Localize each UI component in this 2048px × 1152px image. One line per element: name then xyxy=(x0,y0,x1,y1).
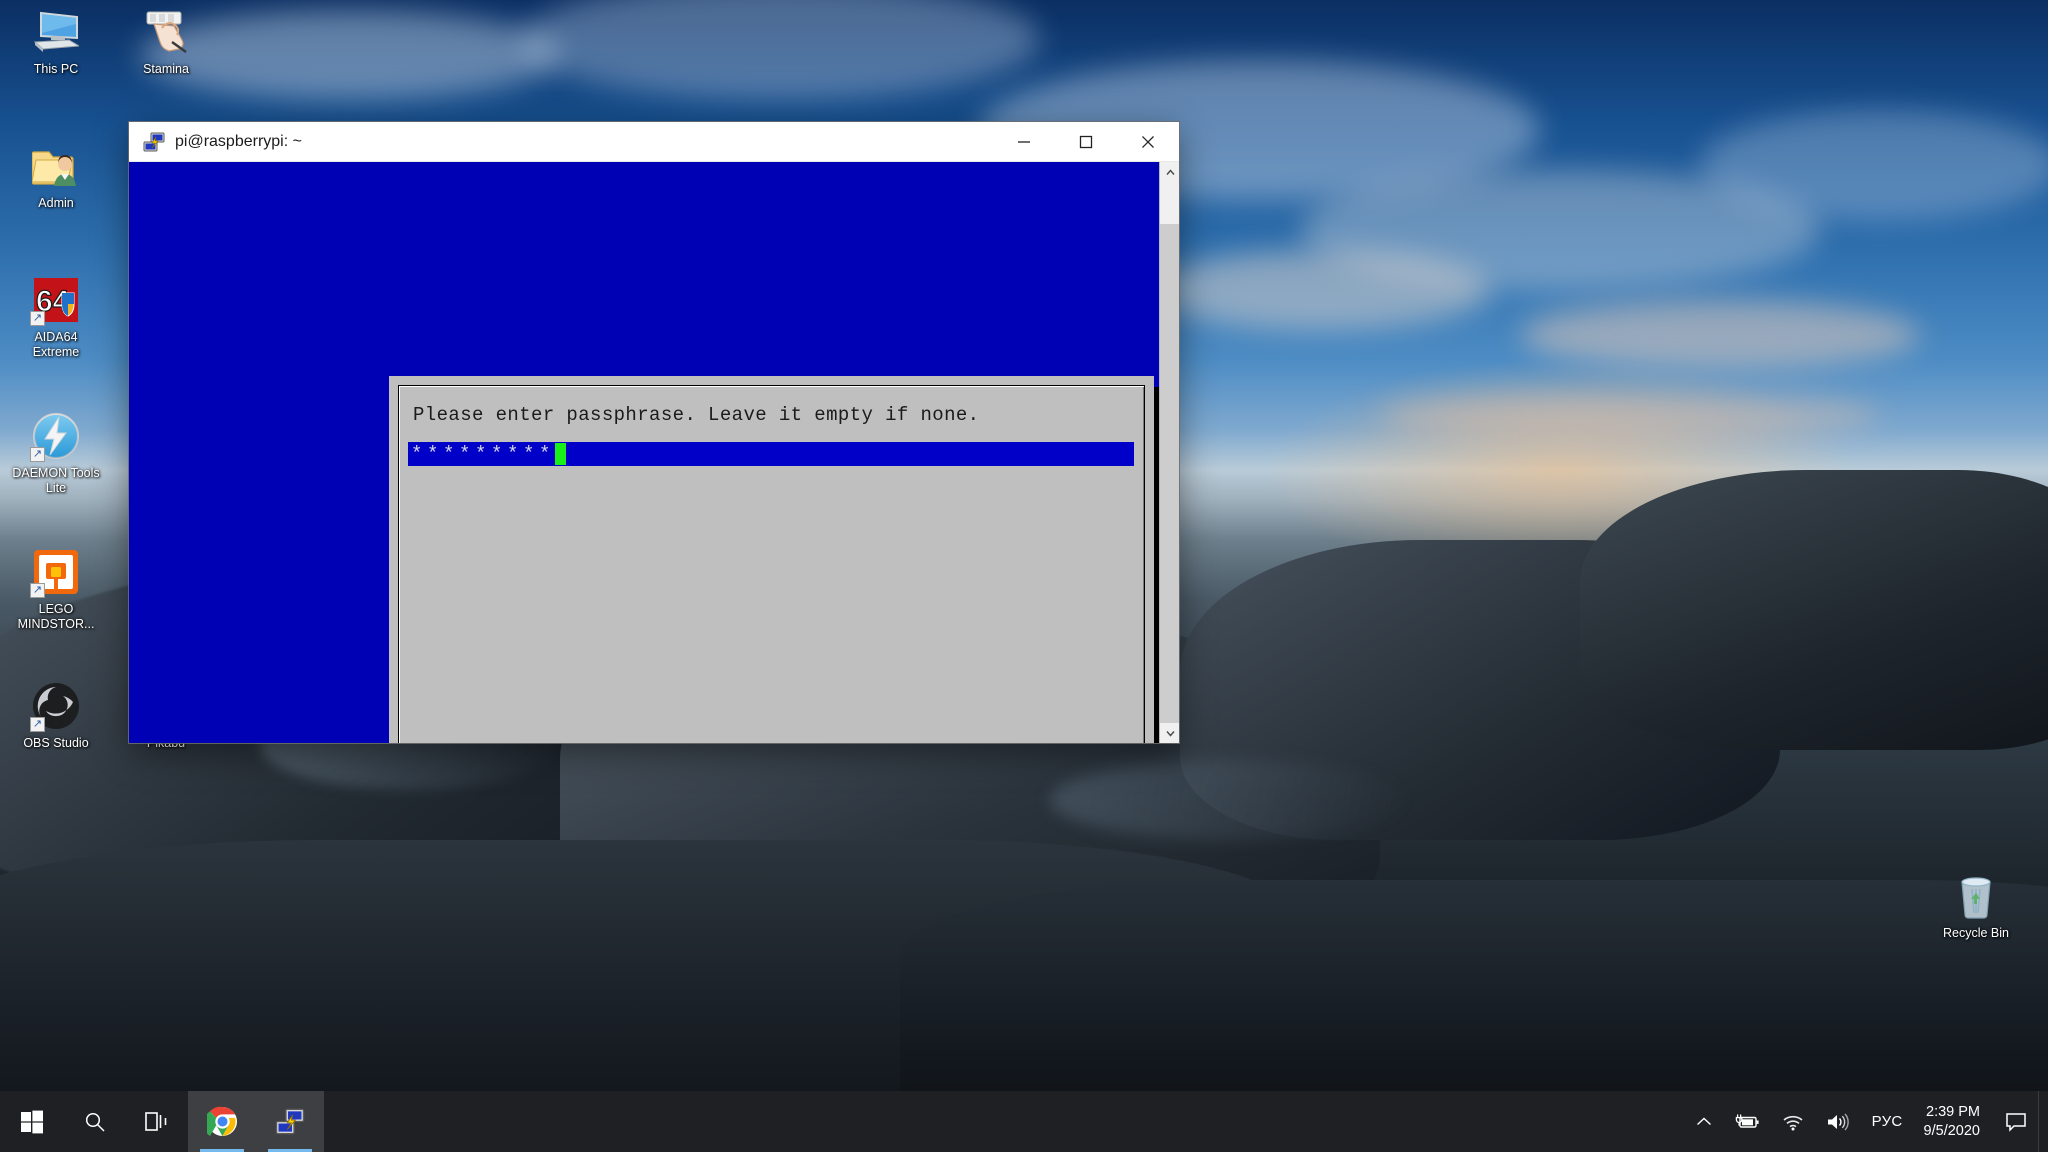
cloud-decoration xyxy=(1700,110,2048,220)
putty-window[interactable]: pi@raspberrypi: ~ Please enter passphras… xyxy=(129,122,1179,743)
desktop-icon-label: Stamina xyxy=(143,62,189,76)
system-tray[interactable]: РУС 2:39 PM 9/5/2020 xyxy=(1685,1091,2048,1152)
desktop-icon-label: AIDA64 Extreme xyxy=(32,330,80,359)
passphrase-dialog[interactable]: Please enter passphrase. Leave it empty … xyxy=(389,376,1154,743)
dialog-inner-border: Please enter passphrase. Leave it empty … xyxy=(398,385,1145,743)
user-folder-icon xyxy=(32,142,80,190)
scroll-down-icon[interactable] xyxy=(1160,723,1179,743)
stamina-hand-icon xyxy=(142,8,190,56)
chevron-up-icon xyxy=(1696,1117,1711,1125)
start-button[interactable] xyxy=(0,1091,64,1152)
clock-time: 2:39 PM xyxy=(1926,1103,1980,1120)
taskbar-app-putty[interactable] xyxy=(256,1091,324,1152)
task-view-button[interactable] xyxy=(126,1091,188,1152)
shortcut-arrow-icon: ↗ xyxy=(30,447,45,462)
volume-button[interactable] xyxy=(1815,1091,1861,1152)
speaker-icon xyxy=(1827,1113,1849,1130)
clock-date: 9/5/2020 xyxy=(1923,1122,1980,1139)
chrome-icon xyxy=(206,1106,237,1137)
notification-icon xyxy=(2006,1112,2026,1132)
dialog-message: Please enter passphrase. Leave it empty … xyxy=(413,404,980,426)
computer-icon xyxy=(32,8,80,56)
terminal-scrollbar[interactable] xyxy=(1159,162,1179,743)
shortcut-arrow-icon: ↗ xyxy=(30,311,45,326)
language-indicator[interactable]: РУС xyxy=(1861,1091,1914,1152)
desktop-icon-recycle-bin[interactable]: Recycle Bin xyxy=(1930,872,2022,941)
battery-status-button[interactable] xyxy=(1723,1091,1771,1152)
desktop[interactable]: This PC Stamina Admin 64 ↗ AIDA64 Extrem… xyxy=(0,0,2048,1152)
maximize-button[interactable] xyxy=(1055,122,1117,162)
obs-studio-icon: ↗ xyxy=(30,682,80,732)
aida64-icon: 64 ↗ xyxy=(30,276,80,326)
task-view-icon xyxy=(145,1111,167,1131)
search-button[interactable] xyxy=(64,1091,126,1152)
tray-expand-button[interactable] xyxy=(1685,1091,1723,1152)
desktop-icon-stamina[interactable]: Stamina xyxy=(120,8,212,77)
shortcut-arrow-icon: ↗ xyxy=(30,583,45,598)
cloud-decoration xyxy=(1300,170,1820,290)
search-icon xyxy=(85,1112,105,1132)
desktop-icon-this-pc[interactable]: This PC xyxy=(10,8,102,77)
clock[interactable]: 2:39 PM 9/5/2020 xyxy=(1914,1091,1994,1152)
desktop-icon-label: Recycle Bin xyxy=(1943,926,2009,940)
desktop-icon-label: LEGO MINDSTOR... xyxy=(17,602,95,631)
desktop-icon-label: Admin xyxy=(38,196,74,210)
cloud-decoration xyxy=(520,0,1040,100)
desktop-icon-daemon-tools[interactable]: ↗ DAEMON Tools Lite xyxy=(10,412,102,496)
desktop-icon-obs-studio[interactable]: ↗ OBS Studio xyxy=(10,682,102,751)
passphrase-input[interactable]: ********* xyxy=(408,442,1134,466)
scroll-up-icon[interactable] xyxy=(1160,162,1179,182)
scrollbar-thumb[interactable] xyxy=(1160,182,1179,224)
terminal-area[interactable]: Please enter passphrase. Leave it empty … xyxy=(129,162,1179,743)
battery-charging-icon xyxy=(1735,1114,1759,1128)
rock-highlight xyxy=(1050,760,1410,840)
notifications-button[interactable] xyxy=(1994,1091,2038,1152)
putty-icon xyxy=(275,1108,305,1135)
rock-formation xyxy=(1180,540,1780,840)
taskbar[interactable]: РУС 2:39 PM 9/5/2020 xyxy=(0,1091,2048,1152)
putty-icon xyxy=(143,132,165,152)
desktop-icon-label: OBS Studio xyxy=(23,736,89,750)
passphrase-masked-value: ********* xyxy=(411,443,556,465)
daemon-tools-icon: ↗ xyxy=(30,412,80,462)
taskbar-app-chrome[interactable] xyxy=(188,1091,256,1152)
rock-formation xyxy=(1580,470,2048,750)
shortcut-arrow-icon: ↗ xyxy=(30,717,45,732)
recycle-bin-icon xyxy=(1952,872,2000,920)
window-title: pi@raspberrypi: ~ xyxy=(175,132,302,150)
close-button[interactable] xyxy=(1117,122,1179,162)
cloud-decoration xyxy=(1520,300,1920,370)
show-desktop-button[interactable] xyxy=(2038,1091,2048,1152)
desktop-icon-aida64-extreme[interactable]: 64 ↗ AIDA64 Extreme xyxy=(10,276,102,360)
text-cursor xyxy=(555,443,567,465)
wifi-icon xyxy=(1783,1115,1803,1130)
windows-logo-icon xyxy=(21,1110,43,1133)
cloud-decoration xyxy=(1380,390,1880,440)
cloud-decoration xyxy=(1150,250,1490,330)
lego-mindstorms-icon: ↗ xyxy=(30,548,80,598)
desktop-icon-lego-mindstorms[interactable]: ↗ LEGO MINDSTOR... xyxy=(10,548,102,632)
minimize-button[interactable] xyxy=(993,122,1055,162)
desktop-icon-label: DAEMON Tools Lite xyxy=(12,466,100,495)
network-status-button[interactable] xyxy=(1771,1091,1815,1152)
window-titlebar[interactable]: pi@raspberrypi: ~ xyxy=(129,122,1179,162)
desktop-icon-admin[interactable]: Admin xyxy=(10,142,102,211)
desktop-icon-label: This PC xyxy=(33,62,79,76)
